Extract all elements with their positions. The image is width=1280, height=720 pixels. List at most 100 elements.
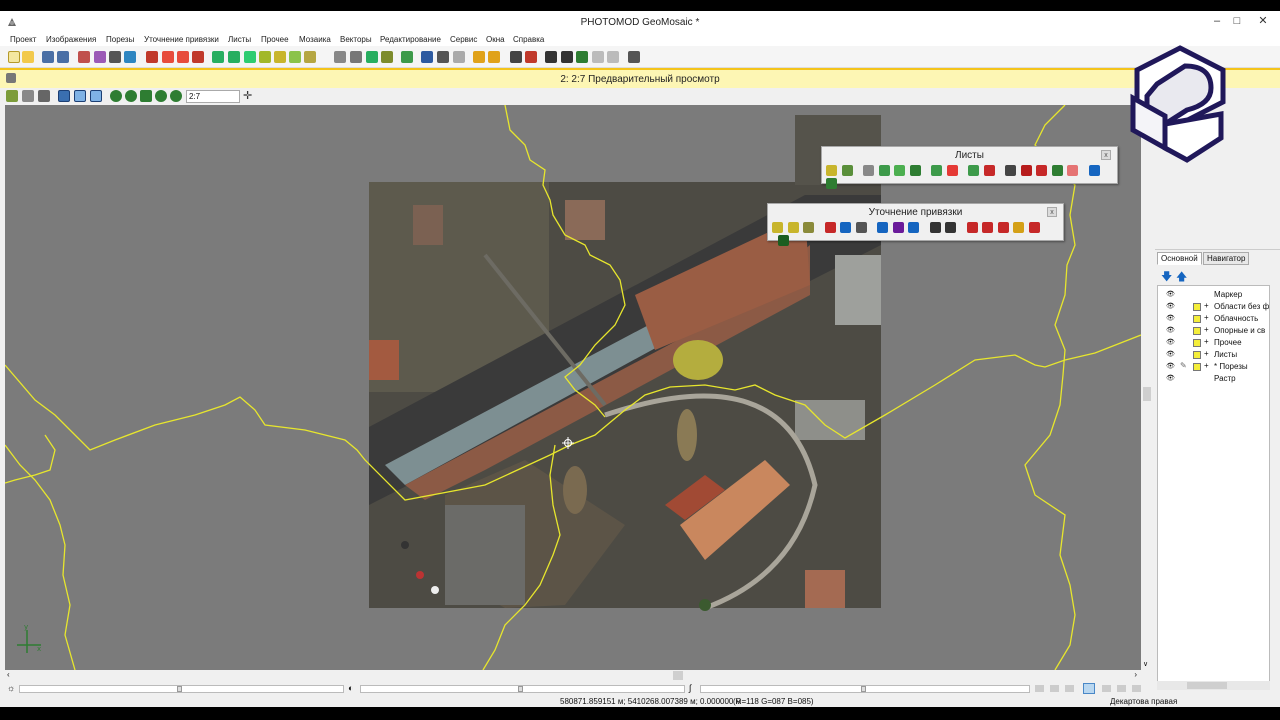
layer-row[interactable]: 👁 + Облачность xyxy=(1158,313,1269,325)
sheet-tool-10-icon[interactable] xyxy=(983,165,995,176)
layer-row[interactable]: 👁 + Прочее xyxy=(1158,337,1269,349)
sheet-tool-15-icon[interactable] xyxy=(1067,165,1079,176)
mode-3-icon[interactable] xyxy=(1065,685,1074,692)
sheet-tool-6-icon[interactable] xyxy=(909,165,921,176)
image-props-icon[interactable] xyxy=(94,51,106,63)
mode-5-icon[interactable] xyxy=(1117,685,1126,692)
sheet-tool-3-icon[interactable] xyxy=(863,165,875,176)
menu-sheets[interactable]: Листы xyxy=(228,35,251,44)
refine-tool-17-icon[interactable] xyxy=(778,235,789,246)
menu-edit[interactable]: Редактирование xyxy=(380,35,441,44)
layer-row[interactable]: 👁 + Области без ф xyxy=(1158,301,1269,313)
menu-cutlines[interactable]: Порезы xyxy=(106,35,134,44)
map-canvas[interactable]: x y xyxy=(5,105,1141,670)
mosaic-3-icon[interactable] xyxy=(289,51,301,63)
cutline-6[interactable] xyxy=(1024,105,1076,670)
expand-icon[interactable]: + xyxy=(1204,313,1209,322)
expand-icon[interactable]: + xyxy=(1204,361,1209,370)
edit-pencil-icon[interactable]: ✎ xyxy=(1180,361,1187,370)
arrow-left-icon[interactable] xyxy=(162,51,174,63)
sheet-grid-icon[interactable] xyxy=(212,51,224,63)
layer-eye-icon[interactable]: 👁 xyxy=(1166,350,1175,358)
save-icon[interactable] xyxy=(42,51,54,63)
mode-6-icon[interactable] xyxy=(1132,685,1141,692)
window-4-icon[interactable] xyxy=(592,51,604,63)
sheet-tool-5-icon[interactable] xyxy=(894,165,906,176)
redo-icon[interactable] xyxy=(453,51,465,63)
mosaic-1-icon[interactable] xyxy=(259,51,271,63)
refine-tool-13-icon[interactable] xyxy=(982,222,994,233)
refine-tool-5-icon[interactable] xyxy=(840,222,852,233)
menu-project[interactable]: Проект xyxy=(10,35,36,44)
sheet-tool-9-icon[interactable] xyxy=(968,165,980,176)
tool-4-icon[interactable] xyxy=(488,51,500,63)
refine-tool-8-icon[interactable] xyxy=(892,222,904,233)
menu-other[interactable]: Прочее xyxy=(261,35,289,44)
refine-tool-6-icon[interactable] xyxy=(855,222,867,233)
contrast-slider[interactable] xyxy=(360,685,685,693)
menu-service[interactable]: Сервис xyxy=(450,35,477,44)
sheet-add-icon[interactable] xyxy=(228,51,240,63)
window-3-icon[interactable] xyxy=(576,51,588,63)
zoom-field[interactable]: 2:7 xyxy=(186,90,240,103)
refine-tool-9-icon[interactable] xyxy=(908,222,920,233)
window-1-icon[interactable] xyxy=(545,51,557,63)
layer-eye-icon[interactable]: 👁 xyxy=(1166,338,1175,346)
minimize-button[interactable]: – xyxy=(1208,13,1226,29)
arrow-right-icon[interactable] xyxy=(177,51,189,63)
refine-tool-16-icon[interactable] xyxy=(1028,222,1040,233)
add-images-icon[interactable] xyxy=(78,51,90,63)
layer-row[interactable]: 👁 Растр xyxy=(1158,373,1269,385)
expand-icon[interactable]: + xyxy=(1204,301,1209,310)
tool-2-icon[interactable] xyxy=(192,51,204,63)
cursor-icon[interactable] xyxy=(38,90,50,102)
menu-help[interactable]: Справка xyxy=(513,35,544,44)
eye-toggle-icon[interactable] xyxy=(1083,683,1095,694)
refine-tool-3-icon[interactable] xyxy=(803,222,815,233)
sheet-tool-1-icon[interactable] xyxy=(826,165,837,176)
expand-icon[interactable]: + xyxy=(1204,337,1209,346)
tool-3-icon[interactable] xyxy=(473,51,485,63)
view-mode-3-icon[interactable] xyxy=(90,90,102,102)
scroll-left-icon[interactable]: ‹ xyxy=(7,670,10,679)
refine-tool-14-icon[interactable] xyxy=(997,222,1009,233)
window-2-icon[interactable] xyxy=(561,51,573,63)
layer-eye-icon[interactable]: 👁 xyxy=(1166,314,1175,322)
brightness-slider[interactable] xyxy=(19,685,344,693)
zoom-2-icon[interactable] xyxy=(170,90,182,102)
layer-row[interactable]: 👁 ✎ + * Порезы xyxy=(1158,361,1269,373)
scroll-right-icon[interactable]: › xyxy=(1134,670,1137,679)
refine-panel[interactable]: Уточнение привязки x xyxy=(767,203,1064,246)
sheets-panel-close-button[interactable]: x xyxy=(1101,150,1111,160)
sheet-tool-13-icon[interactable] xyxy=(1036,165,1048,176)
sheet-tool-11-icon[interactable] xyxy=(1005,165,1017,176)
sheet-tool-8-icon[interactable] xyxy=(946,165,958,176)
expand-icon[interactable]: + xyxy=(1204,325,1209,334)
layer-row[interactable]: 👁 + Листы xyxy=(1158,349,1269,361)
zoom-1-icon[interactable] xyxy=(155,90,167,102)
vertical-scroll-thumb[interactable] xyxy=(1143,387,1151,401)
sheet-tool-7-icon[interactable] xyxy=(931,165,943,176)
run-icon[interactable] xyxy=(381,51,393,63)
print-icon[interactable] xyxy=(109,51,121,63)
settings-icon[interactable] xyxy=(628,51,640,63)
tab-main[interactable]: Основной xyxy=(1157,252,1202,265)
map-viewport[interactable]: x y Листы x Уточнение привязки x xyxy=(5,105,1141,670)
layer-row[interactable]: 👁 + Опорные и св xyxy=(1158,325,1269,337)
tool-1-icon[interactable] xyxy=(146,51,158,63)
layer-row[interactable]: 👁 Маркер xyxy=(1158,289,1269,301)
sheet-tool-14-icon[interactable] xyxy=(1051,165,1063,176)
pan-icon[interactable] xyxy=(6,90,18,102)
select-all-icon[interactable] xyxy=(437,51,449,63)
scroll-down-icon[interactable]: ∨ xyxy=(1143,660,1148,668)
view-mode-1-icon[interactable] xyxy=(58,90,70,102)
sheets-panel[interactable]: Листы x xyxy=(821,146,1118,189)
view-mode-2-icon[interactable] xyxy=(74,90,86,102)
layer-eye-icon[interactable]: 👁 xyxy=(1166,362,1175,370)
check-icon[interactable] xyxy=(401,51,413,63)
new-project-icon[interactable] xyxy=(8,51,20,63)
refine-panel-close-button[interactable]: x xyxy=(1047,207,1057,217)
refine-tool-12-icon[interactable] xyxy=(966,222,978,233)
sheet-tool-12-icon[interactable] xyxy=(1020,165,1032,176)
mode-4-icon[interactable] xyxy=(1102,685,1111,692)
